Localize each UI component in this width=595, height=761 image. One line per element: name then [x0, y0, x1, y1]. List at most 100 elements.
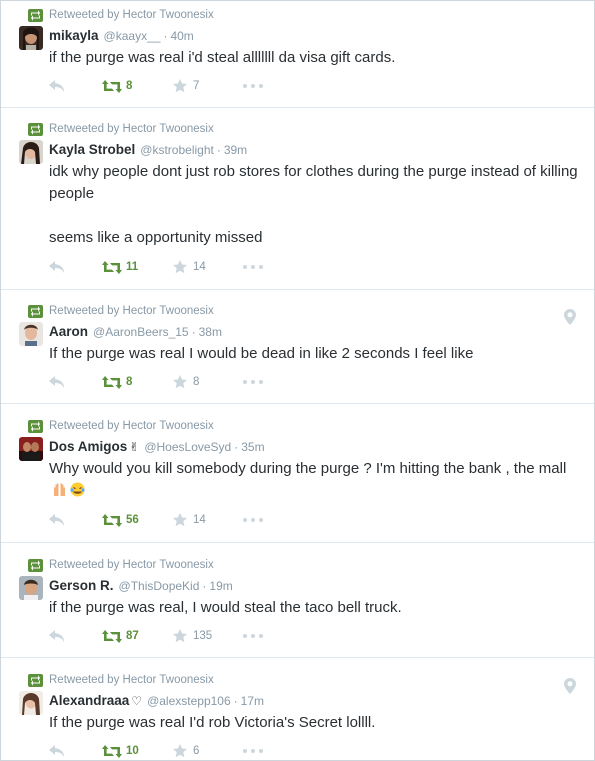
display-name[interactable]: Dos Amigos — [49, 439, 127, 454]
tweet[interactable]: Retweeted by Hector Twoonesix Alexandraa… — [1, 666, 594, 760]
avatar[interactable] — [19, 26, 43, 50]
retweet-context[interactable]: Retweeted by Hector Twoonesix — [28, 672, 214, 688]
more-button[interactable] — [243, 511, 263, 529]
retweet-context[interactable]: Retweeted by Hector Twoonesix — [28, 557, 214, 573]
tweet-actions: 8 7 — [49, 77, 263, 95]
favorite-button[interactable]: 14 — [173, 258, 215, 276]
avatar[interactable] — [19, 691, 43, 715]
retweet-context-text: Retweeted by Hector Twoonesix — [49, 9, 214, 21]
display-name[interactable]: mikayla — [49, 28, 99, 43]
username[interactable]: @alexstepp106 — [147, 694, 231, 708]
more-button[interactable] — [243, 77, 263, 95]
reply-button[interactable] — [49, 742, 69, 760]
tweet-actions: 11 14 — [49, 258, 263, 276]
username[interactable]: @ThisDopeKid — [119, 579, 200, 593]
display-name[interactable]: Aaron — [49, 324, 88, 339]
retweet-count: 8 — [126, 80, 133, 92]
retweet-icon — [102, 744, 122, 758]
reply-button[interactable] — [49, 77, 69, 95]
tweet[interactable]: Retweeted by Hector Twoonesix mikayla @k… — [1, 1, 594, 108]
username[interactable]: @kstrobelight — [140, 143, 214, 157]
avatar[interactable] — [19, 576, 43, 600]
more-button[interactable] — [243, 742, 263, 760]
reply-icon — [49, 514, 64, 526]
favorite-button[interactable]: 6 — [173, 742, 215, 760]
reply-button[interactable] — [49, 627, 69, 645]
retweet-context-text: Retweeted by Hector Twoonesix — [49, 674, 214, 686]
timestamp[interactable]: 35m — [241, 440, 264, 454]
reply-button[interactable] — [49, 258, 69, 276]
favorite-button[interactable]: 7 — [173, 77, 215, 95]
username[interactable]: @AaronBeers_15 — [93, 325, 189, 339]
favorite-button[interactable]: 8 — [173, 373, 215, 391]
retweet-count: 56 — [126, 514, 139, 526]
retweet-context[interactable]: Retweeted by Hector Twoonesix — [28, 303, 214, 319]
location-pin-icon[interactable] — [564, 678, 576, 694]
tweet-actions: 10 6 — [49, 742, 263, 760]
favorite-button[interactable]: 135 — [173, 627, 215, 645]
name-emoji: ✌ — [129, 440, 140, 454]
reply-button[interactable] — [49, 511, 69, 529]
retweet-button[interactable]: 56 — [102, 511, 148, 529]
star-icon — [173, 513, 187, 527]
tweet[interactable]: Retweeted by Hector Twoonesix Kayla Stro… — [1, 115, 594, 290]
retweet-context[interactable]: Retweeted by Hector Twoonesix — [28, 7, 214, 23]
retweet-button[interactable]: 8 — [102, 77, 148, 95]
timestamp[interactable]: 19m — [209, 579, 232, 593]
more-icon — [243, 518, 263, 522]
retweet-button[interactable]: 11 — [102, 258, 148, 276]
tweet[interactable]: Retweeted by Hector Twoonesix Gerson R. … — [1, 551, 594, 658]
avatar[interactable] — [19, 437, 43, 461]
retweet-icon — [102, 79, 122, 93]
retweet-icon — [102, 513, 122, 527]
retweet-context-text: Retweeted by Hector Twoonesix — [49, 305, 214, 317]
username[interactable]: @HoesLoveSyd — [144, 440, 231, 454]
timestamp[interactable]: 39m — [224, 143, 247, 157]
tweet-text: idk why people dont just rob stores for … — [49, 163, 578, 246]
more-icon — [243, 84, 263, 88]
more-button[interactable] — [243, 627, 263, 645]
display-name[interactable]: Alexandraaa — [49, 693, 129, 708]
timeline: Retweeted by Hector Twoonesix mikayla @k… — [0, 0, 595, 761]
retweet-context[interactable]: Retweeted by Hector Twoonesix — [28, 418, 214, 434]
retweet-button[interactable]: 87 — [102, 627, 148, 645]
display-name[interactable]: Kayla Strobel — [49, 142, 135, 157]
reply-button[interactable] — [49, 373, 69, 391]
retweet-icon — [102, 260, 122, 274]
timestamp[interactable]: 17m — [241, 694, 264, 708]
retweet-context[interactable]: Retweeted by Hector Twoonesix — [28, 121, 214, 137]
more-button[interactable] — [243, 373, 263, 391]
reply-icon — [49, 745, 64, 757]
tweet-text: Why would you kill somebody during the p… — [49, 458, 579, 502]
tweet-actions: 56 14 — [49, 511, 263, 529]
name-emoji: ♡ — [131, 694, 143, 708]
separator: · — [163, 29, 168, 43]
tweet[interactable]: Retweeted by Hector Twoonesix Aaron @Aar… — [1, 297, 594, 404]
retweet-icon — [28, 558, 43, 572]
favorite-button[interactable]: 14 — [173, 511, 215, 529]
separator: · — [234, 440, 239, 454]
timestamp[interactable]: 40m — [170, 29, 193, 43]
tweet-text: If the purge was real I would be dead in… — [49, 345, 474, 362]
display-name[interactable]: Gerson R. — [49, 578, 114, 593]
avatar[interactable] — [19, 322, 43, 346]
retweet-icon — [102, 375, 122, 389]
retweet-button[interactable]: 8 — [102, 373, 148, 391]
retweet-count: 87 — [126, 630, 139, 642]
favorite-count: 14 — [193, 261, 206, 273]
retweet-count: 8 — [126, 376, 133, 388]
reply-icon — [49, 261, 64, 273]
tweet[interactable]: Retweeted by Hector Twoonesix Dos Amigos… — [1, 412, 594, 543]
tweet-actions: 87 135 — [49, 627, 263, 645]
retweet-button[interactable]: 10 — [102, 742, 148, 760]
timestamp[interactable]: 38m — [199, 325, 222, 339]
star-icon — [173, 260, 187, 274]
more-button[interactable] — [243, 258, 263, 276]
username[interactable]: @kaayx__ — [104, 29, 161, 43]
tweet-text: if the purge was real, I would steal the… — [49, 599, 402, 616]
more-icon — [243, 380, 263, 384]
favorite-count: 14 — [193, 514, 206, 526]
avatar[interactable] — [19, 140, 43, 164]
reply-icon — [49, 80, 64, 92]
location-pin-icon[interactable] — [564, 309, 576, 325]
